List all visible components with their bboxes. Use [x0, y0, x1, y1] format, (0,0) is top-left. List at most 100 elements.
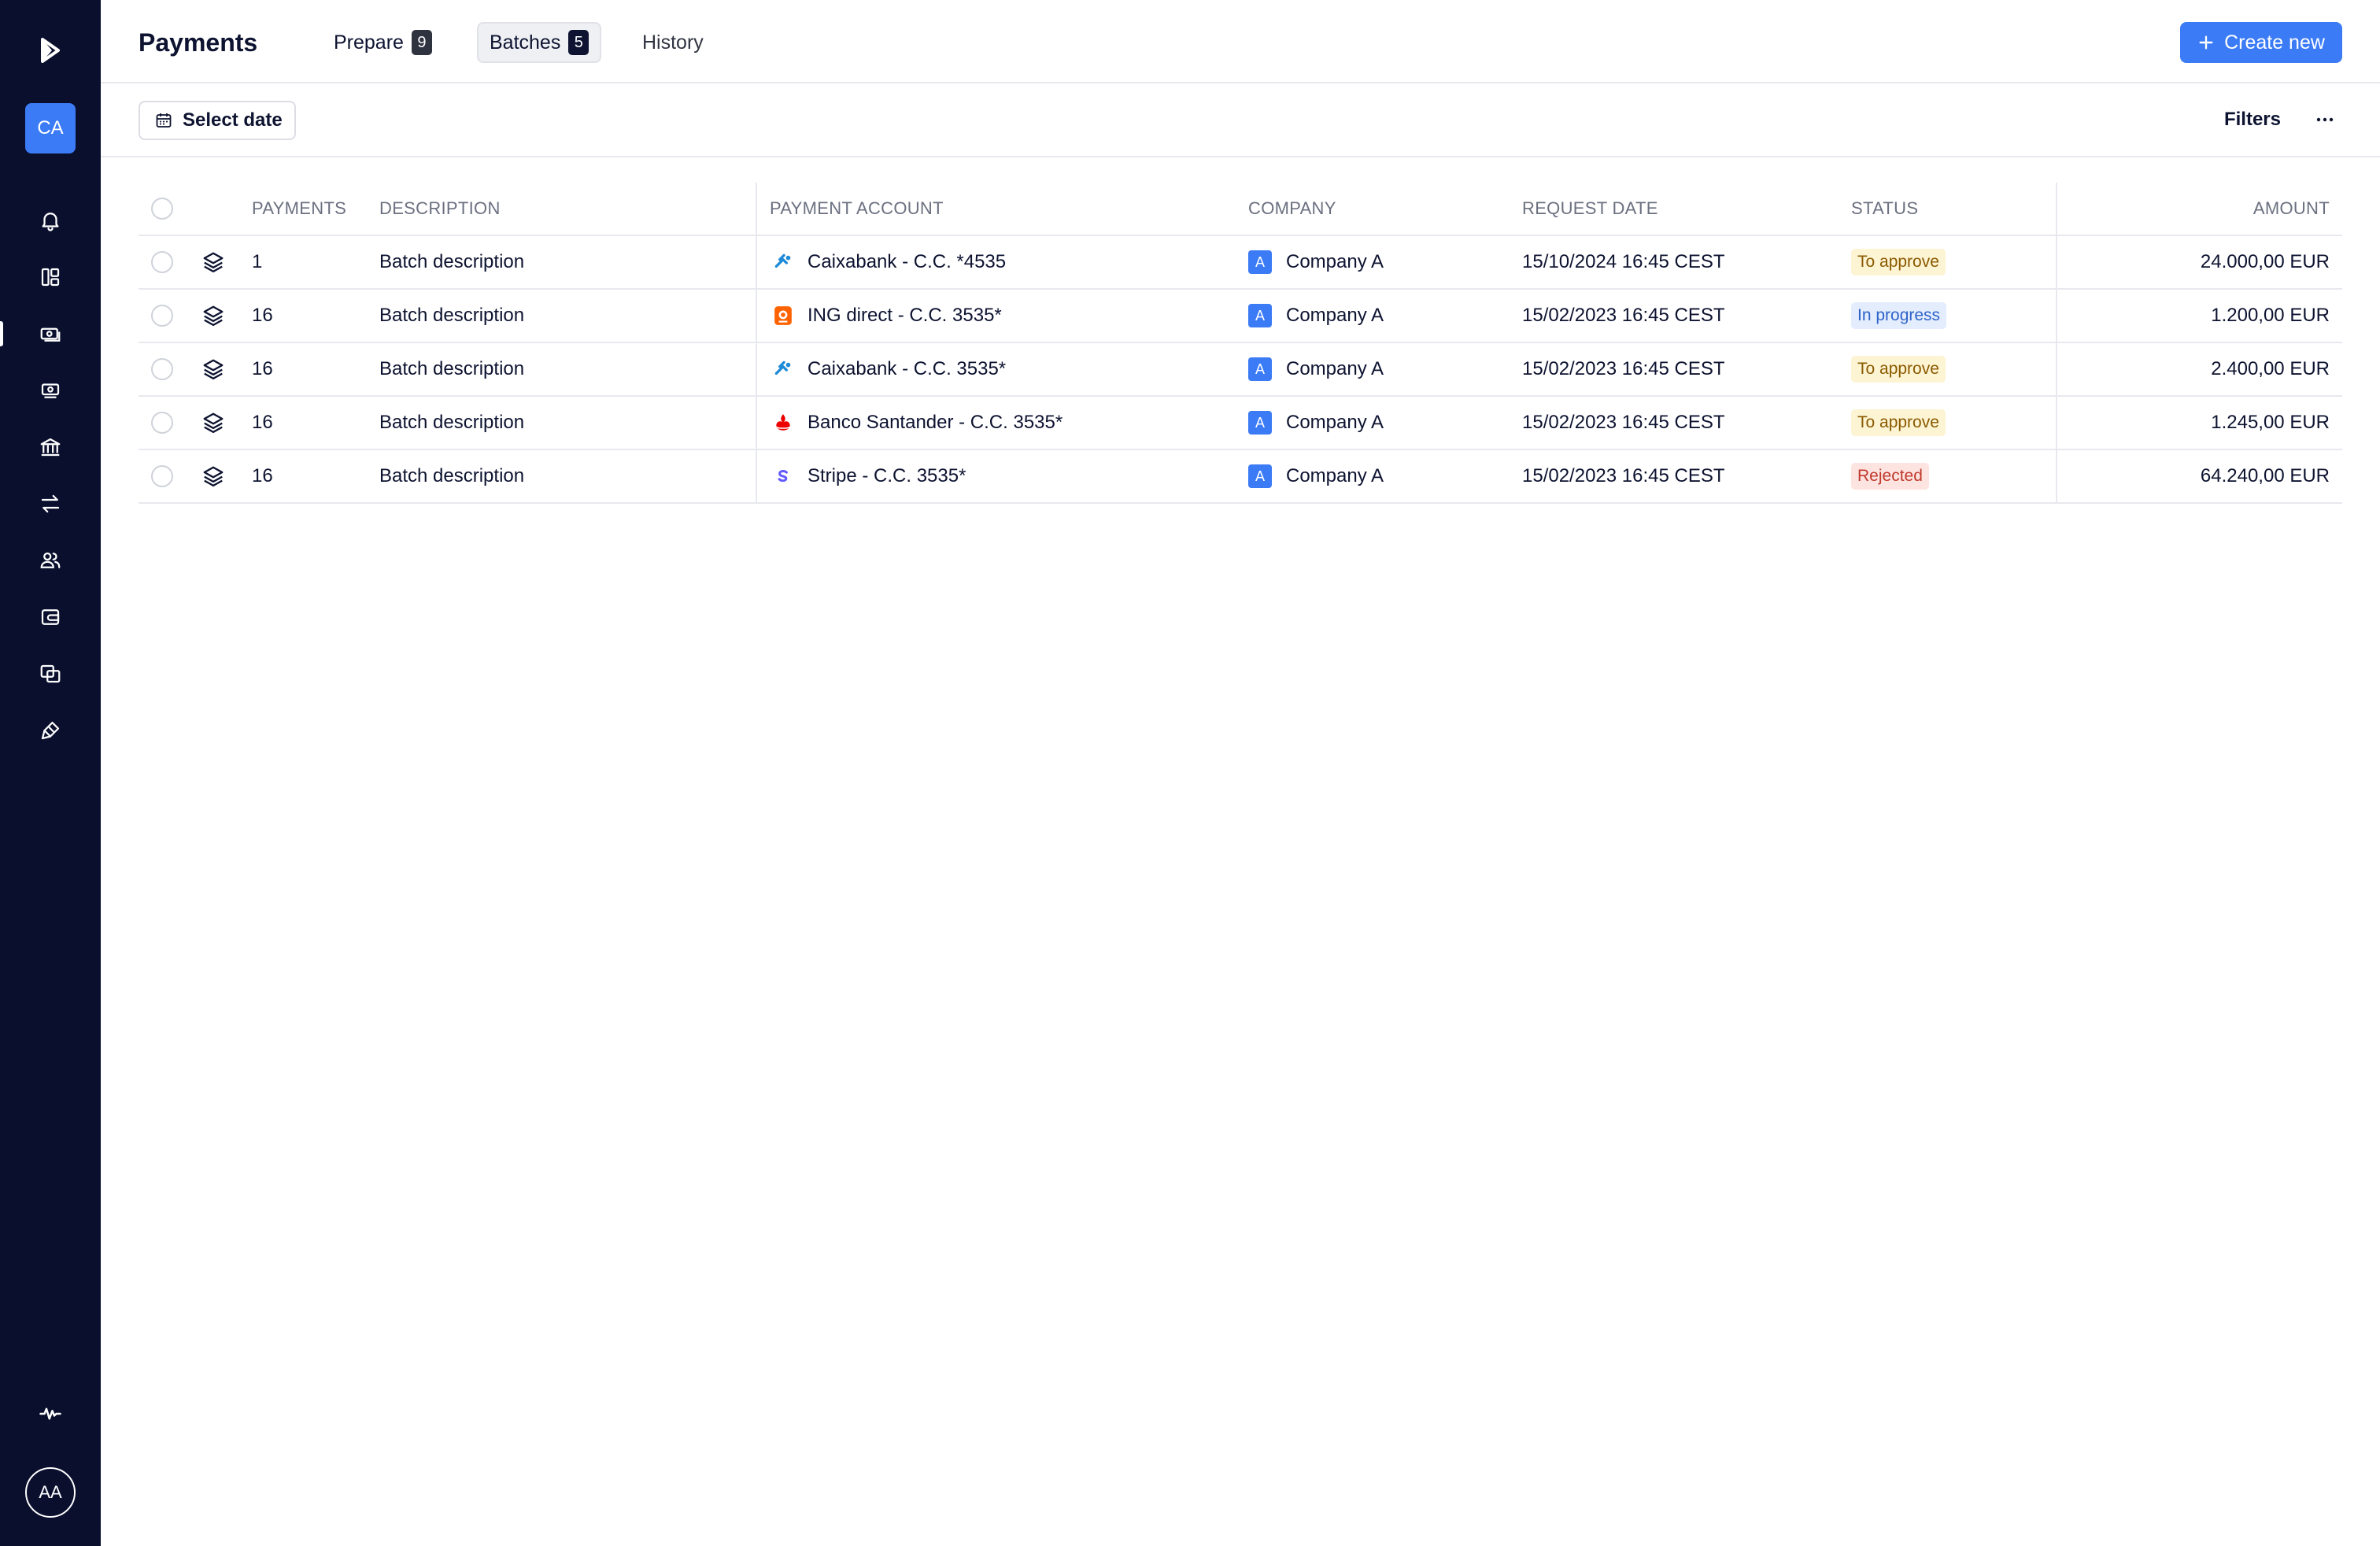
- nav-integrations[interactable]: [0, 708, 101, 753]
- tab-count-badge: 9: [411, 30, 432, 55]
- header-description[interactable]: DESCRIPTION: [379, 183, 501, 235]
- batches-table: PAYMENTS DESCRIPTION PAYMENT ACCOUNT COM…: [139, 183, 2342, 504]
- row-amount: 1.245,00 EUR: [2211, 412, 2330, 433]
- user-avatar[interactable]: AA: [25, 1467, 76, 1518]
- header-status[interactable]: STATUS: [1851, 183, 1918, 235]
- filters-button[interactable]: Filters: [2224, 109, 2281, 131]
- ing-logo-icon: [774, 306, 792, 325]
- row-description: Batch description: [379, 251, 525, 272]
- activity-icon: [39, 1407, 61, 1420]
- nav-reconcile[interactable]: [0, 652, 101, 696]
- nav-users[interactable]: [0, 538, 101, 583]
- select-all-checkbox[interactable]: [151, 183, 173, 235]
- row-description: Batch description: [379, 305, 525, 326]
- table-row[interactable]: 1 Batch description Caixabank - C.C. *45…: [139, 236, 2342, 290]
- row-payment-account: Caixabank - C.C. 3535*: [773, 343, 1006, 395]
- row-request-date: 15/02/2023 16:45 CEST: [1522, 358, 1725, 379]
- row-request-date: 15/02/2023 16:45 CEST: [1522, 412, 1725, 433]
- batch-layers-icon: [201, 343, 225, 395]
- nav-cash[interactable]: [0, 368, 101, 412]
- row-checkbox[interactable]: [151, 397, 173, 449]
- table-row[interactable]: 16 Batch description Stripe - C.C. 3535*…: [139, 450, 2342, 504]
- company-badge: A: [1248, 250, 1272, 274]
- tab-history[interactable]: History: [631, 22, 715, 63]
- bank-icon: [40, 438, 61, 457]
- caixabank-logo-icon: [773, 252, 793, 272]
- row-payments-count: 16: [252, 358, 273, 379]
- app-logo-icon[interactable]: [35, 35, 66, 66]
- select-date-button[interactable]: Select date: [139, 101, 296, 140]
- account-label: Banco Santander - C.C. 3535*: [808, 412, 1063, 433]
- company-label: Company A: [1286, 358, 1384, 379]
- page-header: Payments Prepare 9 Batches 5 History Cre…: [101, 0, 2380, 83]
- row-company: A Company A: [1248, 450, 1384, 502]
- row-payments-count: 1: [252, 251, 263, 272]
- row-checkbox[interactable]: [151, 343, 173, 395]
- nav-wallet[interactable]: [0, 595, 101, 639]
- nav-payments[interactable]: [0, 312, 101, 356]
- nav-banks[interactable]: [0, 425, 101, 469]
- tab-prepare[interactable]: Prepare 9: [323, 22, 443, 63]
- status-badge: In progress: [1851, 302, 1947, 329]
- row-payment-account: Caixabank - C.C. *4535: [773, 236, 1006, 288]
- header-payments[interactable]: PAYMENTS: [252, 183, 346, 235]
- row-checkbox[interactable]: [151, 450, 173, 502]
- header-payment-account[interactable]: PAYMENT ACCOUNT: [770, 183, 944, 235]
- table-row[interactable]: 16 Batch description ING direct - C.C. 3…: [139, 290, 2342, 343]
- company-label: Company A: [1286, 251, 1384, 272]
- row-description: Batch description: [379, 465, 525, 486]
- batch-layers-icon: [201, 236, 225, 288]
- more-horizontal-icon: [2316, 117, 2334, 122]
- status-badge: To approve: [1851, 249, 1946, 276]
- toolbar: Select date Filters: [101, 83, 2380, 157]
- row-description: Batch description: [379, 412, 525, 433]
- santander-logo-icon: [773, 412, 793, 433]
- row-request-date: 15/02/2023 16:45 CEST: [1522, 305, 1725, 326]
- table-row[interactable]: 16 Batch description Caixabank - C.C. 35…: [139, 343, 2342, 397]
- more-options-button[interactable]: [2308, 104, 2342, 135]
- company-badge: A: [1248, 464, 1272, 488]
- caixabank-logo-icon: [774, 361, 791, 375]
- stripe-logo-icon: [773, 466, 793, 486]
- nav-notifications[interactable]: [0, 198, 101, 242]
- create-new-label: Create new: [2224, 31, 2325, 54]
- row-amount: 1.200,00 EUR: [2211, 305, 2330, 326]
- company-label: Company A: [1286, 305, 1384, 326]
- tab-batches[interactable]: Batches 5: [477, 22, 602, 63]
- account-label: Caixabank - C.C. *4535: [808, 251, 1007, 272]
- row-amount: 24.000,00 EUR: [2200, 251, 2330, 272]
- tab-label: Batches: [490, 31, 561, 54]
- batch-layers-icon: [201, 290, 225, 342]
- header-company[interactable]: COMPANY: [1248, 183, 1336, 235]
- nav-dashboard[interactable]: [0, 255, 101, 299]
- row-status: To approve: [1851, 343, 1946, 395]
- nav-activity[interactable]: [0, 1392, 101, 1436]
- table-row[interactable]: 16 Batch description Banco Santander - C…: [139, 397, 2342, 450]
- header-request-date[interactable]: REQUEST DATE: [1522, 183, 1658, 235]
- status-badge: Rejected: [1851, 463, 1929, 490]
- company-badge: A: [1248, 357, 1272, 381]
- org-avatar[interactable]: CA: [25, 103, 76, 153]
- company-label: Company A: [1286, 465, 1384, 486]
- row-checkbox[interactable]: [151, 236, 173, 288]
- sidebar: CA AA: [0, 0, 101, 1546]
- select-date-label: Select date: [183, 109, 283, 131]
- tab-label: History: [642, 31, 704, 54]
- account-label: ING direct - C.C. 3535*: [808, 305, 1002, 326]
- plus-icon: [2199, 35, 2213, 50]
- row-status: To approve: [1851, 236, 1946, 288]
- caixabank-logo-icon: [774, 253, 791, 268]
- batch-layers-icon: [201, 397, 225, 449]
- row-company: A Company A: [1248, 290, 1384, 342]
- nav-transfers[interactable]: [0, 482, 101, 526]
- header-amount[interactable]: AMOUNT: [2253, 183, 2330, 235]
- row-checkbox[interactable]: [151, 290, 173, 342]
- cash-icon: [41, 383, 60, 398]
- create-new-button[interactable]: Create new: [2180, 22, 2342, 63]
- bell-icon: [42, 213, 59, 231]
- row-request-date: 15/02/2023 16:45 CEST: [1522, 465, 1725, 486]
- row-payment-account: Banco Santander - C.C. 3535*: [773, 397, 1062, 449]
- status-badge: To approve: [1851, 409, 1946, 436]
- stripe-logo-icon: [778, 469, 788, 483]
- row-request-date: 15/10/2024 16:45 CEST: [1522, 251, 1725, 272]
